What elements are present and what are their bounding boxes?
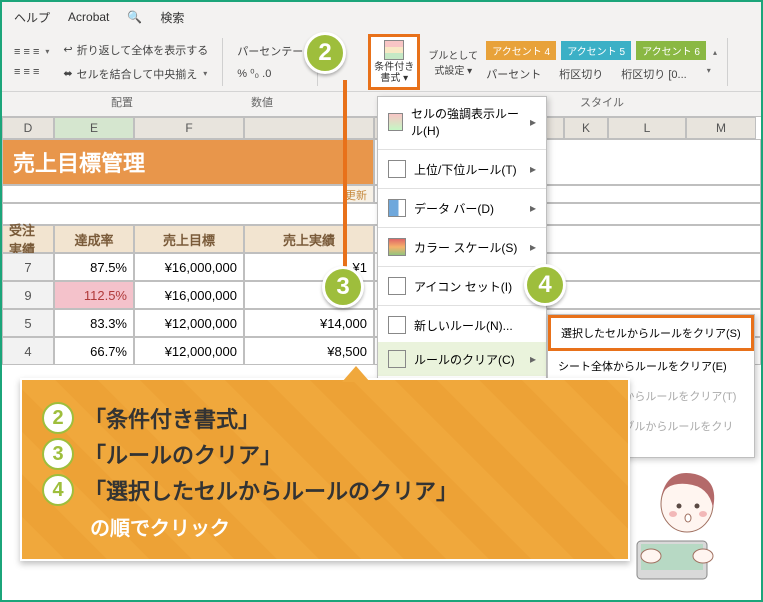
comma-style[interactable]: 桁区切り	[559, 66, 603, 82]
col-K[interactable]: K	[564, 117, 608, 139]
guide-line-vertical	[343, 80, 347, 280]
number-format-combo[interactable]: パーセンテー	[233, 41, 307, 61]
cell-rate[interactable]: 66.7%	[54, 337, 134, 365]
step-badge-4: 4	[524, 264, 566, 306]
col-F[interactable]: F	[134, 117, 244, 139]
accent5-style[interactable]: アクセント 5	[561, 41, 631, 60]
cell-n[interactable]: 5	[2, 309, 54, 337]
step-badge-2: 2	[304, 32, 346, 74]
hdr-rate: 達成率	[54, 225, 134, 253]
align-buttons-2[interactable]: ≡ ≡ ≡	[10, 64, 53, 80]
cell-rate[interactable]: 83.3%	[54, 309, 134, 337]
callout-tail: の順でクリック	[90, 512, 608, 541]
acrobat-menu[interactable]: Acrobat	[68, 10, 109, 24]
accent4-style[interactable]: アクセント 4	[486, 41, 556, 60]
conditional-formatting-icon	[384, 40, 404, 60]
group-styles: スタイル	[562, 94, 642, 110]
cell-rate[interactable]: 87.5%	[54, 253, 134, 281]
cell-target[interactable]: ¥12,000,000	[134, 309, 244, 337]
cell-sales[interactable]: ¥14,000	[244, 309, 374, 337]
menu-clear-rules[interactable]: ルールのクリア(C)▸	[378, 342, 546, 376]
menu-top-bottom[interactable]: 上位/下位ルール(T)▸	[378, 152, 546, 186]
menu-data-bars[interactable]: データ バー(D)▸	[378, 191, 546, 225]
menu-new-rule[interactable]: 新しいルール(N)...	[378, 308, 546, 342]
callout-badge-3: 3	[42, 438, 74, 470]
percent-style[interactable]: パーセント	[486, 66, 541, 82]
menu-icon-sets[interactable]: アイコン セット(I)▸	[378, 269, 546, 303]
hdr-results: 受注実績	[2, 225, 54, 253]
instruction-callout: 2「条件付き書式」 3「ルールのクリア」 4「選択したセルからルールのクリア」 …	[20, 378, 630, 561]
group-alignment: 配置	[82, 94, 162, 110]
wrap-text-button[interactable]: ↩ 折り返して全体を表示する	[59, 40, 212, 60]
col-blank[interactable]	[244, 117, 374, 139]
update-link[interactable]: 更新	[345, 190, 367, 202]
format-as-table-button[interactable]: ブルとして 式設定 ▾	[426, 47, 480, 77]
cell-rate[interactable]: 112.5%	[54, 281, 134, 309]
step-badge-3: 3	[322, 266, 364, 308]
mascot-illustration	[607, 456, 737, 586]
cell-target[interactable]: ¥16,000,000	[134, 281, 244, 309]
callout-badge-2: 2	[42, 402, 74, 434]
cell-n[interactable]: 4	[2, 337, 54, 365]
cell-target[interactable]: ¥12,000,000	[134, 337, 244, 365]
clear-selected-cells[interactable]: 選択したセルからルールをクリア(S)	[548, 315, 754, 351]
col-D[interactable]: D	[2, 117, 54, 139]
cell-n[interactable]: 7	[2, 253, 54, 281]
align-buttons[interactable]: ≡ ≡ ≡▾	[10, 44, 53, 60]
cell-n[interactable]: 9	[2, 281, 54, 309]
title-banner: 売上目標管理	[2, 139, 374, 185]
number-fmt-buttons[interactable]: % ⁰₀ .0	[233, 65, 307, 82]
search-label[interactable]: 検索	[160, 9, 184, 26]
cell-sales[interactable]: ¥8,500	[244, 337, 374, 365]
merge-center-button[interactable]: ⬌ セルを結合して中央揃え▾	[59, 64, 212, 84]
clear-entire-sheet[interactable]: シート全体からルールをクリア(E)	[548, 351, 754, 381]
cell-target[interactable]: ¥16,000,000	[134, 253, 244, 281]
callout-badge-4: 4	[42, 474, 74, 506]
conditional-formatting-button[interactable]: 条件付き 書式 ▾	[368, 34, 420, 90]
search-icon: 🔍	[127, 10, 142, 24]
menu-highlight-rules[interactable]: セルの強調表示ルール(H)▸	[378, 97, 546, 147]
col-M[interactable]: M	[686, 117, 756, 139]
hdr-sales: 売上実績	[244, 225, 374, 253]
help-menu[interactable]: ヘルプ	[14, 9, 50, 26]
hdr-target: 売上目標	[134, 225, 244, 253]
col-E[interactable]: E	[54, 117, 134, 139]
conditional-format-menu: セルの強調表示ルール(H)▸ 上位/下位ルール(T)▸ データ バー(D)▸ カ…	[377, 96, 547, 411]
menu-color-scales[interactable]: カラー スケール(S)▸	[378, 230, 546, 264]
group-number: 数値	[222, 94, 302, 110]
accent6-style[interactable]: アクセント 6	[636, 41, 706, 60]
comma0-style[interactable]: 桁区切り [0...	[621, 66, 686, 82]
col-L[interactable]: L	[608, 117, 686, 139]
